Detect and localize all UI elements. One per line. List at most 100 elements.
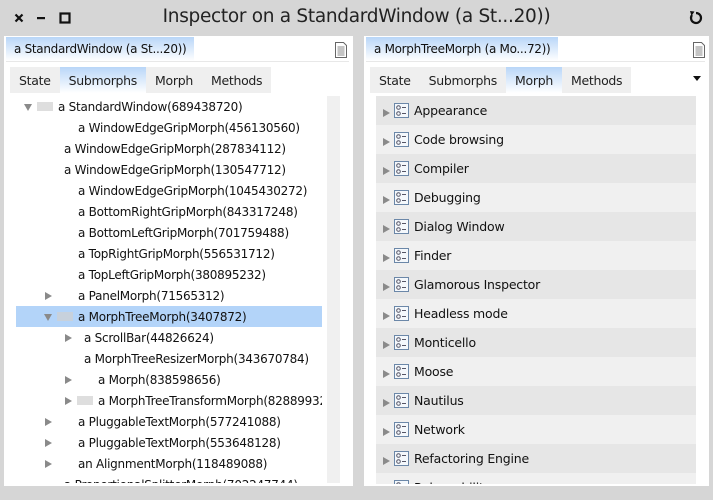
collapsed-arrow-icon bbox=[65, 376, 72, 384]
category-toggle[interactable] bbox=[381, 135, 391, 146]
settings-list-icon bbox=[394, 364, 409, 379]
category-toggle[interactable] bbox=[381, 251, 391, 262]
window-title: Inspector on a StandardWindow (a St...20… bbox=[162, 6, 551, 27]
tree-row[interactable]: a StandardWindow(689438720) bbox=[16, 96, 322, 117]
left-inspector-pane: a StandardWindow (a St...20)) State Submo… bbox=[4, 36, 353, 486]
pragma-category-list: Appearance Code browsing Compiler Debugging… bbox=[376, 96, 696, 484]
tree-toggle[interactable] bbox=[43, 311, 53, 321]
left-object-tab[interactable]: a StandardWindow (a St...20)) bbox=[6, 37, 195, 61]
tree-row[interactable]: a MorphTreeMorph(3407872) bbox=[16, 306, 322, 327]
category-toggle[interactable] bbox=[381, 338, 391, 349]
category-row[interactable]: Headless mode bbox=[376, 299, 696, 328]
category-toggle[interactable] bbox=[381, 193, 391, 204]
category-row[interactable]: Nautilus bbox=[376, 386, 696, 415]
tree-row-label: a WindowEdgeGripMorph(287834112) bbox=[64, 141, 286, 156]
tree-toggle[interactable] bbox=[63, 332, 73, 342]
category-label: Debugging bbox=[414, 190, 481, 205]
category-row[interactable]: Dialog Window bbox=[376, 212, 696, 241]
category-toggle[interactable] bbox=[381, 164, 391, 175]
tree-row[interactable]: a WindowEdgeGripMorph(456130560) bbox=[16, 117, 322, 138]
tab-submorphs[interactable]: Submorphs bbox=[59, 67, 147, 93]
submorphs-tree: a StandardWindow(689438720) a WindowEdgeG… bbox=[16, 96, 322, 483]
category-label: Finder bbox=[414, 248, 452, 263]
tree-row[interactable]: an AlignmentMorph(118489088) bbox=[16, 453, 322, 474]
tree-row[interactable]: a PanelMorph(71565312) bbox=[16, 285, 322, 306]
category-toggle[interactable] bbox=[381, 483, 391, 484]
category-row[interactable]: Network bbox=[376, 415, 696, 444]
tree-row[interactable]: a MorphTreeTransformMorph(828899328) bbox=[16, 390, 322, 411]
tree-row[interactable]: a MorphTreeResizerMorph(343670784) bbox=[16, 348, 322, 369]
tree-toggle[interactable] bbox=[63, 395, 73, 405]
tree-toggle[interactable] bbox=[43, 458, 53, 468]
category-toggle[interactable] bbox=[381, 396, 391, 407]
category-row[interactable]: Glamorous Inspector bbox=[376, 270, 696, 299]
tree-row[interactable]: a TopLeftGripMorph(380895232) bbox=[16, 264, 322, 285]
tab-methods[interactable]: Methods bbox=[562, 67, 631, 93]
category-row[interactable]: Monticello bbox=[376, 328, 696, 357]
collapsed-arrow-icon bbox=[383, 457, 390, 465]
left-scrollbar[interactable] bbox=[327, 96, 340, 483]
tree-toggle[interactable] bbox=[43, 290, 53, 300]
category-row[interactable]: Debugging bbox=[376, 183, 696, 212]
tree-row[interactable]: a Morph(838598656) bbox=[16, 369, 322, 390]
collapsed-arrow-icon bbox=[383, 312, 390, 320]
category-row[interactable]: Compiler bbox=[376, 154, 696, 183]
category-row[interactable]: Code browsing bbox=[376, 125, 696, 154]
tab-morph[interactable]: Morph bbox=[506, 67, 562, 93]
settings-list-icon bbox=[394, 306, 409, 321]
expanded-arrow-icon bbox=[44, 314, 52, 321]
category-toggle[interactable] bbox=[381, 454, 391, 465]
tree-row-label: a PluggableTextMorph(577241088) bbox=[78, 414, 281, 429]
category-label: Appearance bbox=[414, 103, 488, 118]
collapsed-arrow-icon bbox=[45, 439, 52, 447]
tree-row[interactable]: a BottomRightGripMorph(843317248) bbox=[16, 201, 322, 222]
category-toggle[interactable] bbox=[381, 222, 391, 233]
tree-toggle[interactable] bbox=[23, 101, 33, 111]
category-row[interactable]: Finder bbox=[376, 241, 696, 270]
category-row[interactable]: Moose bbox=[376, 357, 696, 386]
collapsed-arrow-icon bbox=[45, 460, 52, 468]
tree-row[interactable]: a WindowEdgeGripMorph(287834112) bbox=[16, 138, 322, 159]
tree-row[interactable]: a PluggableTextMorph(553648128) bbox=[16, 432, 322, 453]
right-scrollbar[interactable] bbox=[698, 96, 706, 484]
divider bbox=[6, 61, 349, 62]
tree-row[interactable]: a WindowEdgeGripMorph(130547712) bbox=[16, 159, 322, 180]
tree-row[interactable]: a ScrollBar(44826624) bbox=[16, 327, 322, 348]
tree-row[interactable]: a TopRightGripMorph(556531712) bbox=[16, 243, 322, 264]
category-row[interactable]: Appearance bbox=[376, 96, 696, 125]
collapsed-arrow-icon bbox=[383, 283, 390, 291]
tree-toggle[interactable] bbox=[43, 437, 53, 447]
category-row[interactable]: Releasability bbox=[376, 473, 696, 484]
right-document-button[interactable] bbox=[691, 42, 707, 58]
tree-row[interactable]: a WindowEdgeGripMorph(1045430272) bbox=[16, 180, 322, 201]
tab-state[interactable]: State bbox=[10, 67, 60, 93]
tree-toggle[interactable] bbox=[63, 374, 73, 384]
category-toggle[interactable] bbox=[381, 309, 391, 320]
left-scrollbar-thumb[interactable] bbox=[327, 96, 340, 182]
settings-list-icon bbox=[394, 161, 409, 176]
category-toggle[interactable] bbox=[381, 280, 391, 291]
refresh-button[interactable] bbox=[687, 9, 705, 27]
tab-morph[interactable]: Morph bbox=[146, 67, 202, 93]
tree-row[interactable]: a PluggableTextMorph(577241088) bbox=[16, 411, 322, 432]
morph-thumbnail-icon bbox=[57, 312, 73, 321]
category-label: Dialog Window bbox=[414, 219, 505, 234]
right-object-tab[interactable]: a MorphTreeMorph (a Mo...72)) bbox=[366, 37, 559, 61]
settings-list-icon bbox=[394, 219, 409, 234]
category-toggle[interactable] bbox=[381, 367, 391, 378]
tab-menu-button[interactable] bbox=[691, 70, 703, 82]
tab-submorphs[interactable]: Submorphs bbox=[420, 67, 506, 93]
settings-list-icon bbox=[394, 103, 409, 118]
tree-toggle[interactable] bbox=[43, 416, 53, 426]
tab-state[interactable]: State bbox=[370, 67, 420, 93]
tree-row-label: a MorphTreeMorph(3407872) bbox=[78, 309, 247, 324]
document-icon bbox=[693, 42, 705, 58]
category-toggle[interactable] bbox=[381, 106, 391, 117]
category-toggle[interactable] bbox=[381, 425, 391, 436]
tab-methods[interactable]: Methods bbox=[202, 67, 271, 93]
tree-row[interactable]: a ProportionalSplitterMorph(702247744) bbox=[16, 474, 322, 484]
category-label: Network bbox=[414, 422, 465, 437]
category-row[interactable]: Refactoring Engine bbox=[376, 444, 696, 473]
left-document-button[interactable] bbox=[333, 42, 349, 58]
tree-row[interactable]: a BottomLeftGripMorph(701759488) bbox=[16, 222, 322, 243]
